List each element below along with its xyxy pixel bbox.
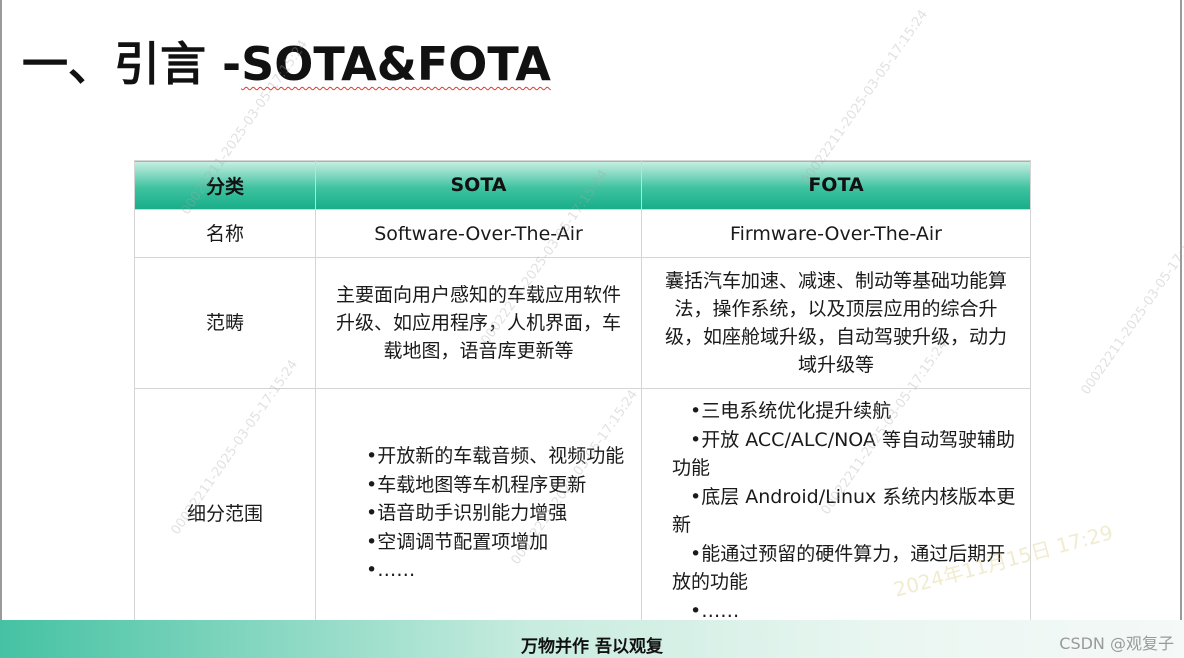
csdn-watermark: CSDN @观复子 bbox=[1059, 634, 1174, 653]
comparison-table: 分类 SOTA FOTA 名称 Software-Over-The-Air Fi… bbox=[134, 160, 1031, 639]
row-label: 名称 bbox=[134, 209, 316, 258]
slide-title: 一、引言 -SOTA&FOTA bbox=[22, 28, 551, 94]
table-row-scope: 范畴 主要面向用户感知的车载应用软件升级、如应用程序，人机界面，车载地图，语音库… bbox=[134, 257, 1031, 389]
sota-name: Software-Over-The-Air bbox=[315, 209, 642, 258]
table-header-row: 分类 SOTA FOTA bbox=[134, 160, 1031, 210]
fota-scope: 囊括汽车加速、减速、制动等基础功能算法，操作系统，以及顶层应用的综合升级，如座舱… bbox=[641, 257, 1031, 389]
title-prefix: 一、引言 - bbox=[22, 37, 242, 91]
list-item: •…… bbox=[366, 559, 416, 582]
fota-detail-cell: •三电系统优化提升续航 •开放 ACC/ALC/NOA 等自动驾驶辅助功能 •底… bbox=[641, 388, 1031, 639]
slide-left-border bbox=[0, 0, 2, 620]
sota-detail-cell: •开放新的车载音频、视频功能 •车载地图等车机程序更新 •语音助手识别能力增强 … bbox=[315, 388, 642, 639]
slide-footer: 万物并作 吾以观复 bbox=[0, 620, 1184, 658]
row-label: 范畴 bbox=[134, 257, 316, 389]
list-item: •底层 Android/Linux 系统内核版本更新 bbox=[672, 485, 1016, 537]
list-item: •三电系统优化提升续航 bbox=[690, 400, 892, 422]
title-underlined: SOTA&FOTA bbox=[241, 37, 551, 91]
list-item: •开放新的车载音频、视频功能 bbox=[366, 445, 625, 468]
fota-name: Firmware-Over-The-Air bbox=[641, 209, 1031, 258]
slide-right-border bbox=[1180, 0, 1182, 620]
sota-scope: 主要面向用户感知的车载应用软件升级、如应用程序，人机界面，车载地图，语音库更新等 bbox=[315, 257, 642, 389]
list-item: •空调调节配置项增加 bbox=[366, 530, 549, 553]
footer-slogan: 万物并作 吾以观复 bbox=[521, 637, 663, 657]
table-row-name: 名称 Software-Over-The-Air Firmware-Over-T… bbox=[134, 209, 1031, 258]
table-row-detail: 细分范围 •开放新的车载音频、视频功能 •车载地图等车机程序更新 •语音助手识别… bbox=[134, 388, 1031, 639]
list-item: •开放 ACC/ALC/NOA 等自动驾驶辅助功能 bbox=[672, 428, 1015, 480]
header-category: 分类 bbox=[134, 160, 316, 210]
list-item: •车载地图等车机程序更新 bbox=[366, 473, 587, 496]
fota-detail-list: •三电系统优化提升续航 •开放 ACC/ALC/NOA 等自动驾驶辅助功能 •底… bbox=[672, 397, 1018, 625]
list-item: •语音助手识别能力增强 bbox=[366, 502, 568, 525]
sota-detail-list: •开放新的车载音频、视频功能 •车载地图等车机程序更新 •语音助手识别能力增强 … bbox=[366, 442, 631, 585]
list-item: •能通过预留的硬件算力，通过后期开放的功能 bbox=[672, 542, 1006, 594]
header-sota: SOTA bbox=[315, 160, 642, 210]
watermark: 00022211-2025-03-05-17:15:24 bbox=[1078, 217, 1184, 398]
row-label: 细分范围 bbox=[134, 388, 316, 639]
header-fota: FOTA bbox=[641, 160, 1031, 210]
